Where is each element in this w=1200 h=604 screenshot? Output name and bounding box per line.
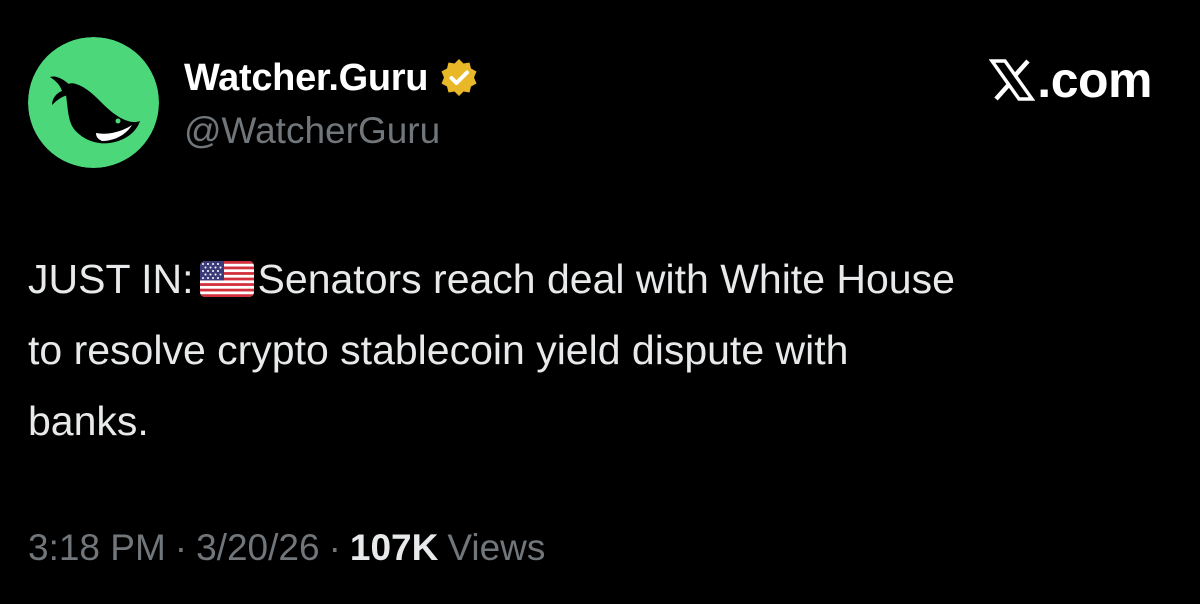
tweet-text-prefix: JUST IN: [28, 256, 194, 302]
x-domain-text: .com [1037, 52, 1152, 108]
tweet-text: JUST IN: Senators reach deal with White … [28, 244, 1178, 457]
tweet-text-line-3: banks. [28, 398, 149, 444]
x-logo-icon [989, 59, 1036, 101]
x-com-logo: .com [989, 52, 1152, 108]
tweet-time[interactable]: 3:18 PM [28, 527, 166, 569]
tweet-card: Watcher.Guru @WatcherGuru .com JUST IN: [0, 0, 1200, 604]
whale-icon [28, 37, 159, 168]
author-name-row: Watcher.Guru [184, 52, 480, 104]
meta-separator: · [328, 527, 341, 568]
tweet-date[interactable]: 3/20/26 [196, 527, 319, 569]
author-handle[interactable]: @WatcherGuru [184, 110, 440, 152]
avatar[interactable] [28, 37, 159, 168]
gold-verified-badge-icon[interactable] [438, 57, 480, 99]
tweet-meta: 3:18 PM · 3/20/26 · 107K Views [28, 527, 545, 569]
us-flag-icon [199, 261, 254, 297]
author-display-name[interactable]: Watcher.Guru [184, 57, 428, 100]
views-count[interactable]: 107K [350, 527, 438, 569]
views-label[interactable]: Views [447, 527, 545, 569]
meta-separator: · [174, 527, 188, 568]
tweet-text-line-1: JUST IN: Senators reach deal with White … [28, 244, 1178, 315]
tweet-text-headline: Senators reach deal with White House [257, 256, 955, 302]
tweet-text-line-2: to resolve crypto stablecoin yield dispu… [28, 327, 849, 373]
